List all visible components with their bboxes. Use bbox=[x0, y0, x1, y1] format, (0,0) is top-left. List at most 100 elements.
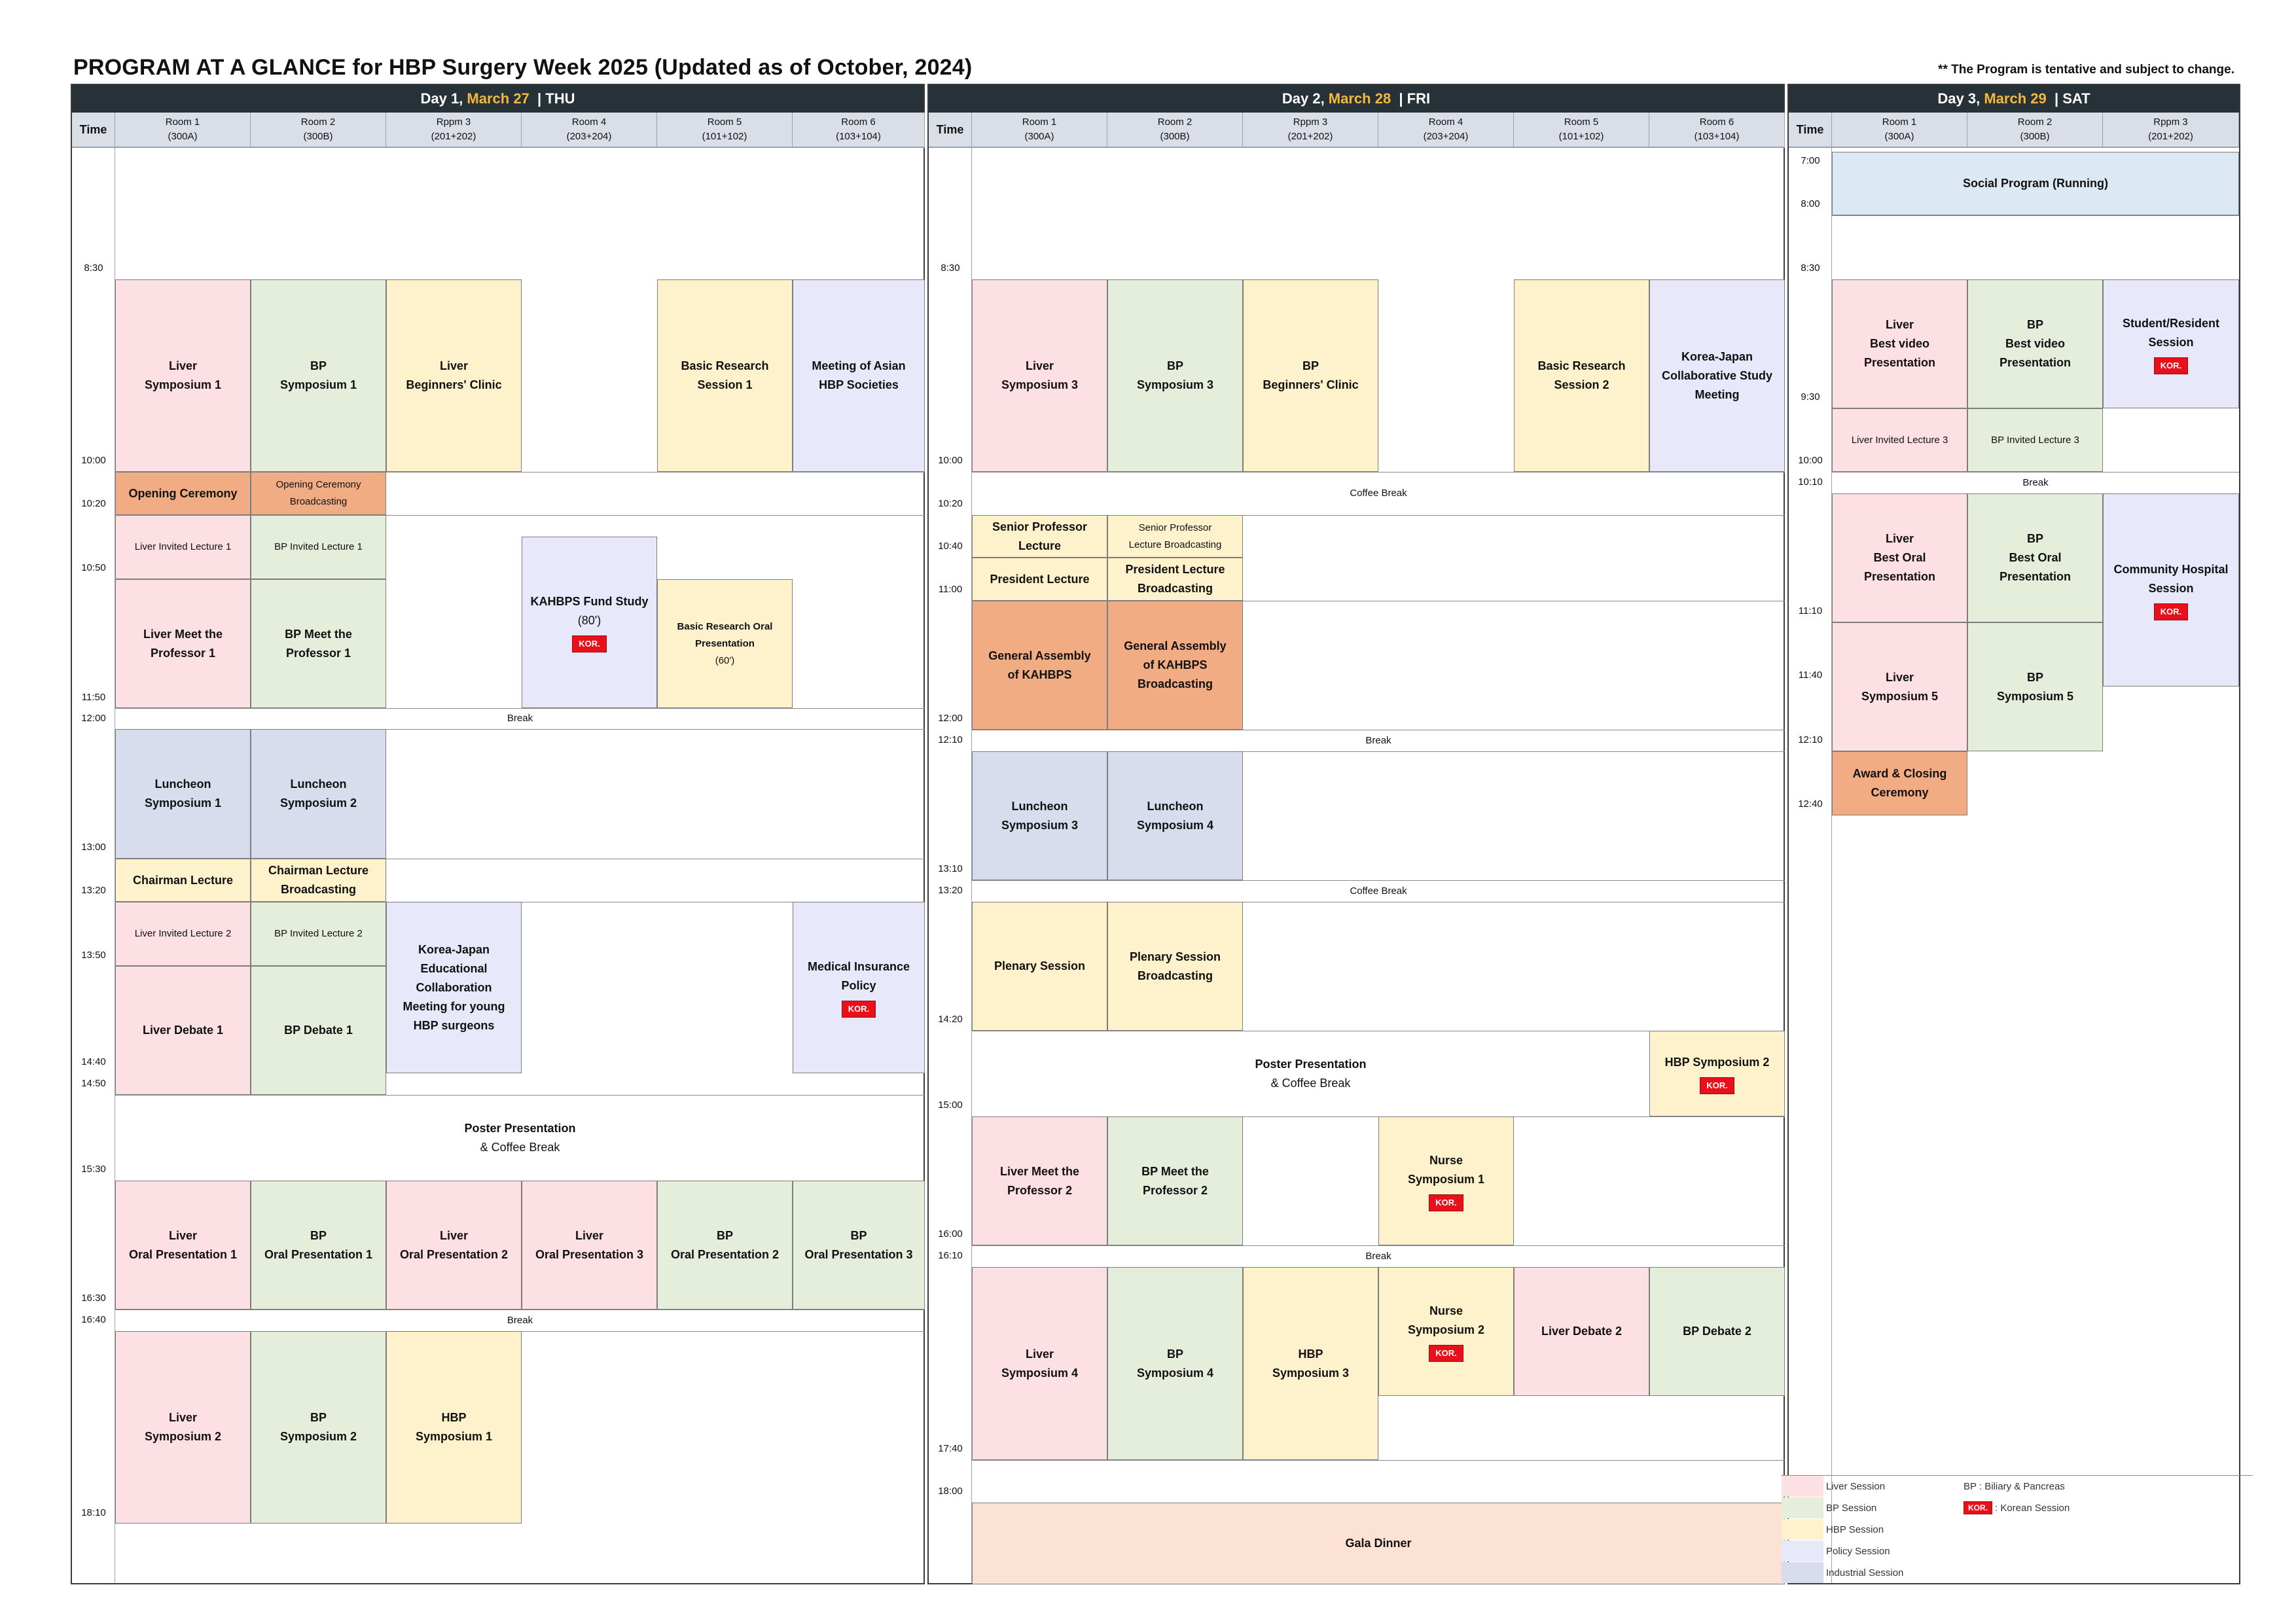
session-liver-symposium-4[interactable]: Liver Symposium 4 bbox=[972, 1267, 1107, 1460]
legend-swatch bbox=[1782, 1497, 1823, 1518]
session-bp-symposium-1[interactable]: BP Symposium 1 bbox=[251, 279, 386, 472]
room2-header: Room 2 (300B) bbox=[1107, 113, 1243, 148]
room1-header: Room 1 (300A) bbox=[1832, 113, 1967, 148]
session-bp-oral-3[interactable]: BP Oral Presentation 3 bbox=[793, 1181, 925, 1310]
session-liver-oral-1[interactable]: Liver Oral Presentation 1 bbox=[115, 1181, 251, 1310]
time-label: 9:30 bbox=[1801, 391, 1820, 402]
time-label: 11:00 bbox=[938, 584, 963, 595]
session-bp-symposium-5[interactable]: BP Symposium 5 bbox=[1967, 622, 2103, 751]
session-liver-invited-lecture-1[interactable]: Liver Invited Lecture 1 bbox=[115, 515, 251, 579]
session-chairman-lecture[interactable]: Chairman Lecture bbox=[115, 859, 251, 902]
session-liver-debate-2[interactable]: Liver Debate 2 bbox=[1514, 1267, 1649, 1396]
session-plenary[interactable]: Plenary Session bbox=[972, 902, 1107, 1031]
session-bp-debate-1[interactable]: BP Debate 1 bbox=[251, 966, 386, 1095]
session-senior-professor-lecture[interactable]: Senior Professor Lecture bbox=[972, 515, 1107, 558]
session-community-hospital[interactable]: Community Hospital Session KOR. bbox=[2103, 493, 2239, 687]
room3-header: Rppm 3 (201+202) bbox=[386, 113, 522, 148]
session-poster-presentation[interactable]: Poster Presentation & Coffee Break bbox=[115, 1095, 925, 1181]
session-luncheon-symposium-4[interactable]: Luncheon Symposium 4 bbox=[1107, 751, 1243, 880]
session-korea-japan-educational[interactable]: Korea-Japan Educational Collaboration Me… bbox=[386, 902, 522, 1073]
session-president-broadcast[interactable]: President Lecture Broadcasting bbox=[1107, 558, 1243, 601]
session-luncheon-symposium-2[interactable]: Luncheon Symposium 2 bbox=[251, 729, 386, 859]
day3-schedule: Day 3, March 29 | SAT Time Room 1 (300A) … bbox=[1787, 84, 2240, 1584]
session-chairman-broadcast[interactable]: Chairman Lecture Broadcasting bbox=[251, 859, 386, 902]
session-basic-research-2[interactable]: Basic Research Session 2 bbox=[1514, 279, 1649, 472]
room6-header: Room 6 (103+104) bbox=[793, 113, 925, 148]
session-luncheon-symposium-1[interactable]: Luncheon Symposium 1 bbox=[115, 729, 251, 859]
time-label: 13:20 bbox=[938, 885, 963, 896]
divider bbox=[972, 1460, 1785, 1461]
session-bp-symposium-4[interactable]: BP Symposium 4 bbox=[1107, 1267, 1243, 1460]
session-liver-symposium-5[interactable]: Liver Symposium 5 bbox=[1832, 622, 1967, 751]
session-asian-hbp-meeting[interactable]: Meeting of Asian HBP Societies bbox=[793, 279, 925, 472]
session-bp-invited-lecture-1[interactable]: BP Invited Lecture 1 bbox=[251, 515, 386, 579]
session-bp-meet-professor-1[interactable]: BP Meet the Professor 1 bbox=[251, 579, 386, 708]
session-president-lecture[interactable]: President Lecture bbox=[972, 558, 1107, 601]
session-general-assembly[interactable]: General Assembly of KAHBPS bbox=[972, 601, 1107, 730]
session-opening-ceremony[interactable]: Opening Ceremony bbox=[115, 472, 251, 515]
session-bp-oral-2[interactable]: BP Oral Presentation 2 bbox=[657, 1181, 793, 1310]
session-poster-presentation[interactable]: Poster Presentation & Coffee Break bbox=[972, 1031, 1649, 1116]
session-bp-best-oral[interactable]: BP Best Oral Presentation bbox=[1967, 493, 2103, 622]
session-bp-beginners-clinic[interactable]: BP Beginners' Clinic bbox=[1243, 279, 1378, 472]
session-hbp-symposium-2[interactable]: HBP Symposium 2 KOR. bbox=[1649, 1031, 1785, 1116]
session-liver-debate-1[interactable]: Liver Debate 1 bbox=[115, 966, 251, 1095]
session-plenary-broadcast[interactable]: Plenary Session Broadcasting bbox=[1107, 902, 1243, 1031]
room2-header: Room 2 (300B) bbox=[251, 113, 386, 148]
session-bp-invited-lecture-2[interactable]: BP Invited Lecture 2 bbox=[251, 902, 386, 966]
session-liver-best-video[interactable]: Liver Best video Presentation bbox=[1832, 279, 1967, 408]
session-liver-symposium-3[interactable]: Liver Symposium 3 bbox=[972, 279, 1107, 472]
page-title: PROGRAM AT A GLANCE for HBP Surgery Week… bbox=[73, 55, 973, 80]
session-liver-symposium-2[interactable]: Liver Symposium 2 bbox=[115, 1331, 251, 1524]
break-label: Break bbox=[1365, 734, 1391, 746]
time-column bbox=[1789, 148, 1832, 1583]
session-general-assembly-broadcast[interactable]: General Assembly of KAHBPS Broadcasting bbox=[1107, 601, 1243, 730]
time-label: 16:40 bbox=[81, 1314, 106, 1325]
session-nurse-symposium-2[interactable]: Nurse Symposium 2 KOR. bbox=[1378, 1267, 1514, 1396]
session-bp-debate-2[interactable]: BP Debate 2 bbox=[1649, 1267, 1785, 1396]
session-liver-oral-2[interactable]: Liver Oral Presentation 2 bbox=[386, 1181, 522, 1310]
session-basic-research-1[interactable]: Basic Research Session 1 bbox=[657, 279, 793, 472]
session-liver-beginners-clinic[interactable]: Liver Beginners' Clinic bbox=[386, 279, 522, 472]
session-opening-broadcast[interactable]: Opening Ceremony Broadcasting bbox=[251, 472, 386, 515]
legend-item-policy: Policy Session bbox=[1782, 1541, 1890, 1561]
room3-header: Rppm 3 (201+202) bbox=[2103, 113, 2239, 148]
session-nurse-symposium-1[interactable]: Nurse Symposium 1 KOR. bbox=[1378, 1116, 1514, 1245]
session-liver-invited-lecture-2[interactable]: Liver Invited Lecture 2 bbox=[115, 902, 251, 966]
time-label: 13:00 bbox=[81, 842, 106, 853]
session-luncheon-symposium-3[interactable]: Luncheon Symposium 3 bbox=[972, 751, 1107, 880]
session-senior-professor-broadcast[interactable]: Senior Professor Lecture Broadcasting bbox=[1107, 515, 1243, 558]
session-bp-oral-1[interactable]: BP Oral Presentation 1 bbox=[251, 1181, 386, 1310]
session-bp-symposium-2[interactable]: BP Symposium 2 bbox=[251, 1331, 386, 1524]
session-hbp-symposium-3[interactable]: HBP Symposium 3 bbox=[1243, 1267, 1378, 1460]
room3-header: Rppm 3 (201+202) bbox=[1243, 113, 1378, 148]
session-korea-japan-study[interactable]: Korea-Japan Collaborative Study Meeting bbox=[1649, 279, 1785, 472]
session-kahbps-fund-study[interactable]: KAHBPS Fund Study (80') KOR. bbox=[522, 537, 657, 708]
session-bp-meet-professor-2[interactable]: BP Meet the Professor 2 bbox=[1107, 1116, 1243, 1245]
session-bp-symposium-3[interactable]: BP Symposium 3 bbox=[1107, 279, 1243, 472]
time-label: 14:40 bbox=[81, 1056, 106, 1067]
session-gala-dinner[interactable]: Gala Dinner bbox=[972, 1503, 1785, 1584]
session-liver-best-oral[interactable]: Liver Best Oral Presentation bbox=[1832, 493, 1967, 622]
legend-item-hbp: HBP Session bbox=[1782, 1519, 1884, 1540]
korean-session-badge: KOR. bbox=[2153, 603, 2189, 620]
session-liver-meet-professor-1[interactable]: Liver Meet the Professor 1 bbox=[115, 579, 251, 708]
session-hbp-symposium-1[interactable]: HBP Symposium 1 bbox=[386, 1331, 522, 1524]
session-award-closing-ceremony[interactable]: Award & Closing Ceremony bbox=[1832, 751, 1967, 815]
session-liver-invited-lecture-3[interactable]: Liver Invited Lecture 3 bbox=[1832, 408, 1967, 472]
session-bp-invited-lecture-3[interactable]: BP Invited Lecture 3 bbox=[1967, 408, 2103, 472]
session-liver-meet-professor-2[interactable]: Liver Meet the Professor 2 bbox=[972, 1116, 1107, 1245]
time-label: 8:00 bbox=[1801, 198, 1820, 209]
session-medical-insurance-policy[interactable]: Medical Insurance Policy KOR. bbox=[793, 902, 925, 1073]
session-liver-symposium-1[interactable]: Liver Symposium 1 bbox=[115, 279, 251, 472]
legend-bp-note: BP : Biliary & Pancreas bbox=[1964, 1480, 2065, 1492]
session-bp-best-video[interactable]: BP Best video Presentation bbox=[1967, 279, 2103, 408]
korean-session-badge: KOR. bbox=[2153, 357, 2189, 374]
session-liver-oral-3[interactable]: Liver Oral Presentation 3 bbox=[522, 1181, 657, 1310]
day2-schedule: Day 2, March 28 | FRI Time Room 1 (300A) … bbox=[927, 84, 1785, 1584]
room4-header: Room 4 (203+204) bbox=[1378, 113, 1514, 148]
session-basic-research-oral[interactable]: Basic Research Oral Presentation (60') bbox=[657, 579, 793, 708]
session-social-program-running[interactable]: Social Program (Running) bbox=[1832, 152, 2239, 215]
time-label: 14:20 bbox=[938, 1014, 963, 1025]
session-student-resident[interactable]: Student/Resident Session KOR. bbox=[2103, 279, 2239, 408]
